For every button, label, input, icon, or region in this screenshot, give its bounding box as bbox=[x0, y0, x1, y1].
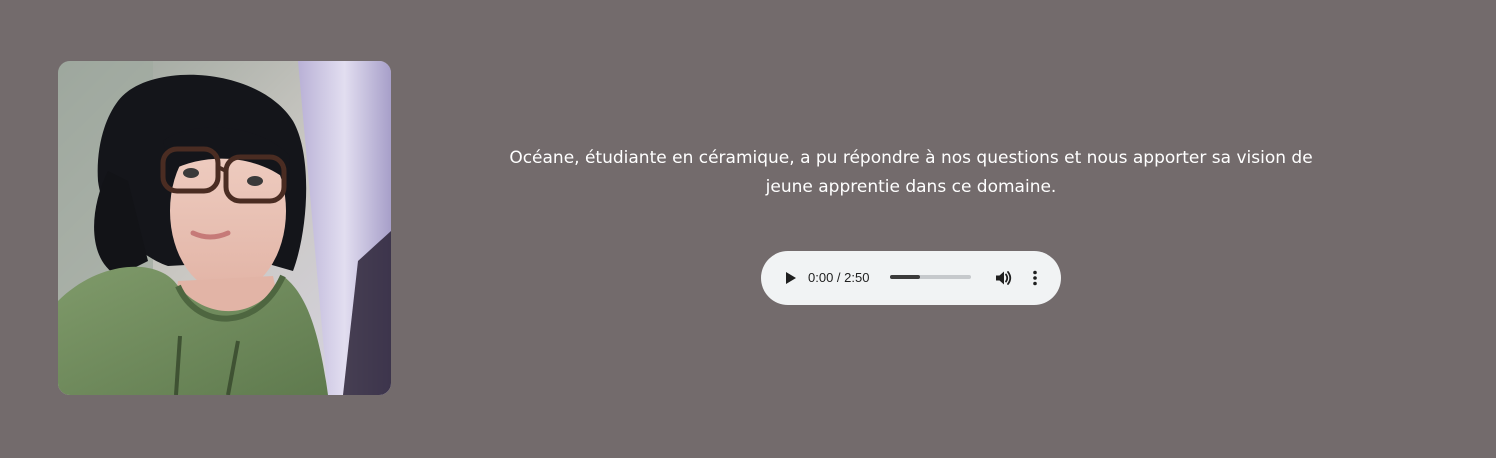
play-icon bbox=[786, 272, 796, 284]
interview-description: Océane, étudiante en céramique, a pu rép… bbox=[430, 144, 1392, 202]
progress-slider[interactable] bbox=[890, 275, 971, 279]
more-vert-icon bbox=[1033, 270, 1037, 286]
description-line-2: jeune apprentie dans ce domaine. bbox=[765, 177, 1057, 197]
portrait-photo bbox=[58, 61, 391, 395]
buffered-bar bbox=[890, 275, 920, 279]
more-options-button[interactable] bbox=[1025, 268, 1045, 288]
time-display: 0:00 / 2:50 bbox=[808, 270, 870, 285]
volume-icon bbox=[996, 271, 1012, 285]
description-line-1: Océane, étudiante en céramique, a pu rép… bbox=[509, 148, 1313, 168]
audio-player[interactable]: 0:00 / 2:50 bbox=[761, 251, 1061, 305]
volume-button[interactable] bbox=[993, 268, 1013, 288]
play-button[interactable] bbox=[780, 268, 800, 288]
